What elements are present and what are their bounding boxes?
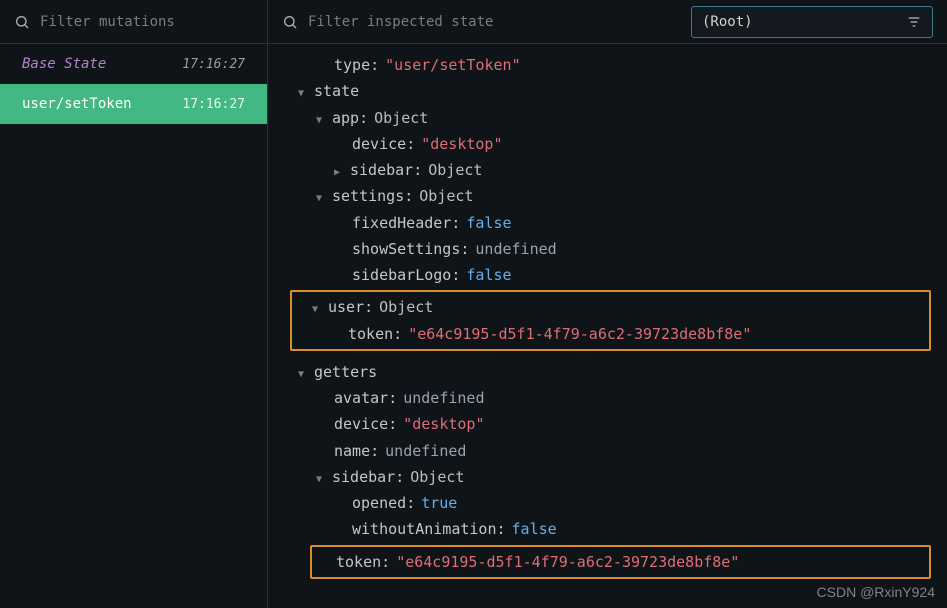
tree-row-name[interactable]: name: undefined [284, 438, 947, 464]
mutations-search-bar [0, 0, 267, 44]
mutation-label: user/setToken [22, 96, 132, 112]
filter-icon [906, 14, 922, 30]
mutation-time: 17:16:27 [182, 57, 245, 72]
highlight-getter-token: token: "e64c9195-d5f1-4f79-a6c2-39723de8… [310, 545, 931, 579]
tree-row-token[interactable]: token: "e64c9195-d5f1-4f79-a6c2-39723de8… [304, 321, 929, 347]
main-panel: (Root) type: "user/setToken" state app: … [268, 0, 947, 608]
chevron-down-icon[interactable] [316, 471, 328, 489]
tree-row-app[interactable]: app: Object [284, 105, 947, 131]
search-icon [14, 14, 30, 30]
chevron-down-icon[interactable] [312, 301, 324, 319]
root-selector-label: (Root) [702, 14, 753, 30]
tree-row-showSettings[interactable]: showSettings: undefined [284, 236, 947, 262]
root-selector[interactable]: (Root) [691, 6, 933, 38]
chevron-right-icon[interactable] [334, 164, 346, 182]
tree-row-user[interactable]: user: Object [304, 294, 929, 320]
tree-row-device-getter[interactable]: device: "desktop" [284, 411, 947, 437]
mutation-base-state[interactable]: Base State 17:16:27 [0, 44, 267, 84]
tree-row-type[interactable]: type: "user/setToken" [284, 52, 947, 78]
chevron-down-icon[interactable] [298, 366, 310, 384]
mutation-time: 17:16:27 [182, 97, 245, 112]
chevron-down-icon[interactable] [316, 112, 328, 130]
tree-row-device[interactable]: device: "desktop" [284, 131, 947, 157]
highlight-user-token: user: Object token: "e64c9195-d5f1-4f79-… [290, 290, 931, 351]
chevron-down-icon[interactable] [316, 190, 328, 208]
mutation-list: Base State 17:16:27 user/setToken 17:16:… [0, 44, 267, 608]
state-search-bar: (Root) [268, 0, 947, 44]
tree-row-withoutAnimation[interactable]: withoutAnimation: false [284, 516, 947, 542]
chevron-down-icon[interactable] [298, 85, 310, 103]
mutations-filter-input[interactable] [40, 14, 253, 30]
tree-row-sidebar[interactable]: sidebar: Object [284, 157, 947, 183]
tree-row-opened[interactable]: opened: true [284, 490, 947, 516]
mutation-user-setToken[interactable]: user/setToken 17:16:27 [0, 84, 267, 124]
tree-row-settings[interactable]: settings: Object [284, 183, 947, 209]
mutations-sidebar: Base State 17:16:27 user/setToken 17:16:… [0, 0, 268, 608]
tree-row-token-getter[interactable]: token: "e64c9195-d5f1-4f79-a6c2-39723de8… [336, 549, 929, 575]
tree-row-sidebarLogo[interactable]: sidebarLogo: false [284, 262, 947, 288]
tree-row-fixedHeader[interactable]: fixedHeader: false [284, 210, 947, 236]
state-tree: type: "user/setToken" state app: Object … [268, 44, 947, 608]
tree-row-avatar[interactable]: avatar: undefined [284, 385, 947, 411]
mutation-label: Base State [22, 56, 106, 72]
tree-section-getters[interactable]: getters [284, 359, 947, 385]
tree-row-sidebar-getter[interactable]: sidebar: Object [284, 464, 947, 490]
search-icon [282, 14, 298, 30]
state-filter-input[interactable] [308, 14, 681, 30]
tree-section-state[interactable]: state [284, 78, 947, 104]
